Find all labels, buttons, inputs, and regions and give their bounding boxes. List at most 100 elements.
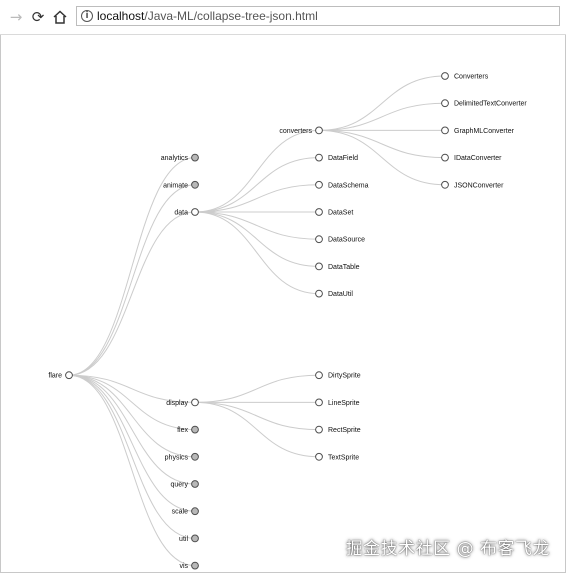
tree-node-datautil[interactable]: DataUtil — [315, 289, 354, 298]
tree-node-physics[interactable]: physics — [165, 452, 199, 461]
tree-node-circle[interactable] — [191, 398, 199, 407]
tree-node-circle[interactable] — [441, 72, 449, 80]
tree-node-circle[interactable] — [315, 208, 323, 216]
tree-node-label: IDataConverter — [454, 155, 502, 162]
info-icon[interactable]: i — [81, 10, 93, 22]
tree-node-query[interactable]: query — [170, 480, 199, 489]
tree-node-label: display — [166, 400, 188, 407]
tree-node-datasource[interactable]: DataSource — [315, 235, 365, 244]
tree-node-label: Converters — [454, 73, 489, 80]
watermark: 掘金技术社区 @ 布客飞龙 — [345, 539, 550, 559]
tree-node-linesprite[interactable]: LineSprite — [315, 398, 360, 407]
tree-link-data-converters — [194, 129, 320, 213]
tree-link-flare-query — [68, 374, 196, 485]
tree-node-circle[interactable] — [315, 262, 323, 271]
address-bar[interactable]: i localhost/Java-ML/collapse-tree-json.h… — [76, 6, 560, 26]
tree-node-circle[interactable] — [191, 480, 199, 488]
tree-node-dirtysprite[interactable]: DirtySprite — [315, 371, 361, 380]
tree-node-util[interactable]: util — [179, 534, 199, 543]
tree-node-circle[interactable] — [191, 534, 199, 543]
tree-node-label: scale — [172, 509, 188, 516]
tree-node-circle[interactable] — [315, 153, 323, 162]
tree-node-circle[interactable] — [191, 452, 199, 461]
tree-node-display[interactable]: display — [166, 398, 199, 407]
tree-node-circle[interactable] — [191, 180, 199, 189]
tree-link-data-datafield — [194, 157, 320, 213]
tree-node-circle[interactable] — [441, 99, 449, 108]
tree-node-delimitedtextconverter[interactable]: DelimitedTextConverter — [441, 99, 528, 108]
tree-node-dataset[interactable]: DataSet — [315, 208, 354, 217]
tree-node-scale[interactable]: scale — [172, 507, 199, 516]
tree-node-label: DataTable — [328, 264, 360, 271]
tree-node-circle[interactable] — [441, 153, 449, 162]
tree-node-datafield[interactable]: DataField — [315, 153, 358, 162]
tree-node-label: DataSource — [328, 237, 365, 244]
tree-node-graphmlconverter[interactable]: GraphMLConverter — [441, 126, 515, 135]
tree-node-label: animate — [163, 182, 188, 189]
tree-node-dataschema[interactable]: DataSchema — [315, 180, 369, 189]
tree-node-label: GraphMLConverter — [454, 128, 515, 135]
tree-node-label: query — [170, 481, 188, 488]
tree-link-flare-physics — [68, 374, 196, 458]
tree-node-label: DirtySprite — [328, 373, 361, 380]
tree-link-display-rectsprite — [194, 401, 320, 431]
tree-node-circle[interactable] — [315, 180, 323, 189]
tree-node-analytics[interactable]: analytics — [161, 153, 199, 162]
tree-link-flare-data — [68, 211, 196, 376]
tree-node-circle[interactable] — [191, 153, 199, 162]
tree-node-circle[interactable] — [65, 371, 73, 380]
tree-node-rectsprite[interactable]: RectSprite — [315, 425, 361, 434]
home-icon[interactable] — [52, 9, 68, 25]
tree-links — [68, 75, 446, 567]
tree-node-animate[interactable]: animate — [163, 180, 199, 189]
tree-node-vis[interactable]: vis — [179, 561, 199, 570]
tree-node-label: util — [179, 536, 188, 543]
tree-link-converters-idataconverter — [318, 129, 446, 159]
url-host: localhost — [97, 9, 145, 23]
tree-node-circle[interactable] — [191, 425, 199, 434]
tree-link-flare-scale — [68, 374, 196, 512]
tree-link-data-datasource — [194, 211, 320, 240]
tree-node-label: vis — [179, 563, 188, 570]
tree-node-label: physics — [165, 454, 189, 461]
tree-node-circle[interactable] — [315, 398, 323, 407]
tree-node-textsprite[interactable]: TextSprite — [315, 452, 360, 461]
tree-node-circle[interactable] — [191, 208, 199, 216]
url-text[interactable]: localhost/Java-ML/collapse-tree-json.htm… — [97, 9, 318, 23]
tree-node-data[interactable]: data — [174, 208, 199, 217]
tree-node-circle[interactable] — [441, 126, 449, 135]
tree-node-label: JSONConverter — [454, 182, 504, 189]
tree-node-circle[interactable] — [315, 235, 323, 244]
tree-node-circle[interactable] — [191, 561, 199, 570]
tree-node-flex[interactable]: flex — [177, 425, 199, 434]
browser-toolbar: → ⟳ i localhost/Java-ML/collapse-tree-js… — [0, 0, 566, 35]
tree-node-jsonconverter[interactable]: JSONConverter — [441, 180, 504, 189]
back-arrow-icon[interactable]: → — [8, 9, 24, 25]
tree-node-circle[interactable] — [315, 289, 323, 298]
tree-node-datatable[interactable]: DataTable — [315, 262, 360, 271]
tree-link-data-datatable — [194, 211, 320, 267]
tree-node-flare[interactable]: flare — [48, 371, 73, 380]
tree-node-converters[interactable]: Converters — [441, 72, 489, 81]
tree-node-circle[interactable] — [315, 371, 323, 380]
tree-node-label: DataField — [328, 155, 358, 162]
tree-node-label: LineSprite — [328, 400, 360, 407]
tree-link-flare-analytics — [68, 157, 196, 376]
tree-node-label: analytics — [161, 155, 189, 162]
tree-node-circle[interactable] — [315, 425, 323, 434]
tree-link-data-datautil — [194, 211, 320, 295]
tree-node-label: DataSchema — [328, 182, 369, 189]
tree-node-circle[interactable] — [315, 452, 323, 461]
tree-node-circle[interactable] — [315, 126, 323, 135]
tree-node-label: DataSet — [328, 209, 353, 216]
tree-node-idataconverter[interactable]: IDataConverter — [441, 153, 503, 162]
tree-node-circle[interactable] — [441, 180, 449, 189]
reload-icon[interactable]: ⟳ — [30, 9, 46, 25]
tree-link-display-dirtysprite — [194, 374, 320, 403]
tree-node-converters[interactable]: converters — [279, 126, 323, 135]
tree-node-label: data — [174, 209, 188, 216]
tree-node-label: RectSprite — [328, 427, 361, 434]
tree-node-label: DataUtil — [328, 291, 353, 298]
tree-node-circle[interactable] — [191, 507, 199, 516]
tree-link-converters-converters — [318, 75, 446, 131]
